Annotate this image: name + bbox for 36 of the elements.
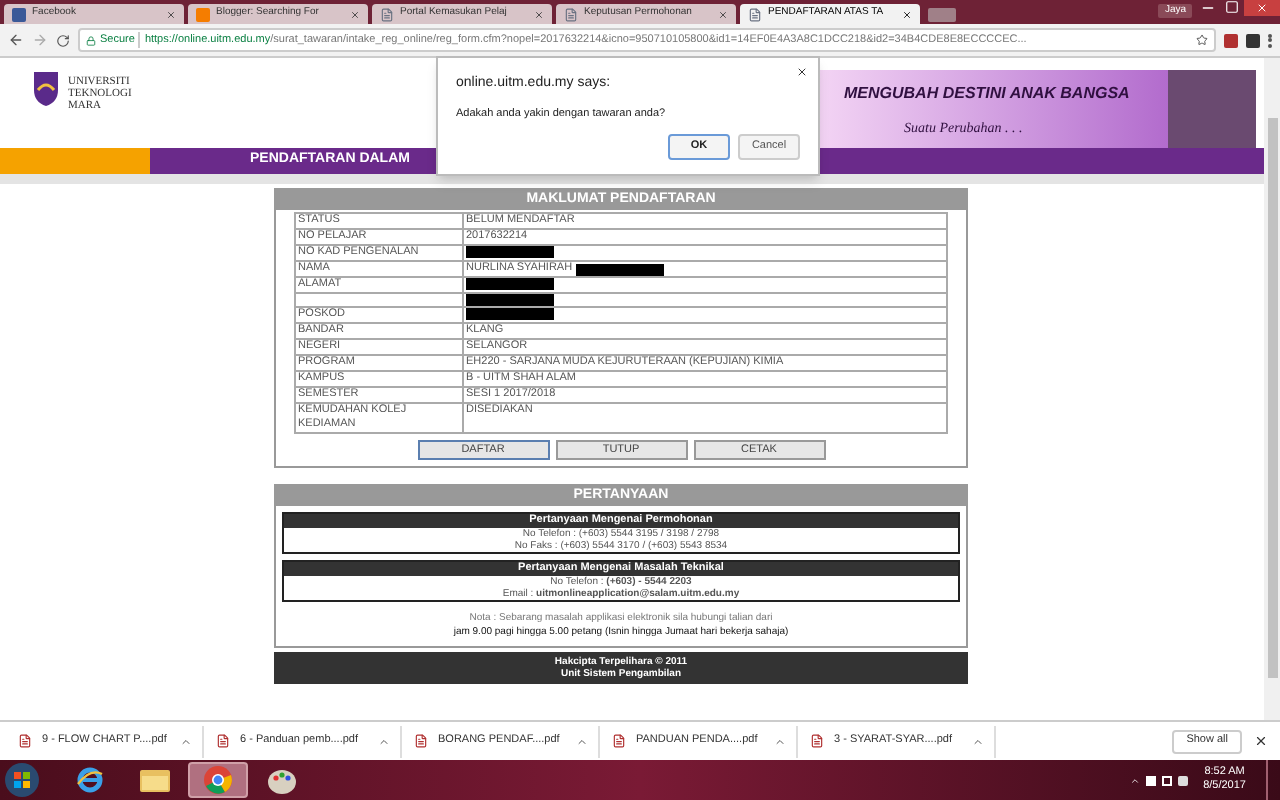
page-icon: [564, 7, 578, 21]
start-button[interactable]: [4, 762, 40, 798]
facebook-icon: [12, 7, 26, 21]
scrollbar[interactable]: [1264, 58, 1280, 720]
university-crest-icon: [32, 70, 60, 106]
flag-icon[interactable]: [1145, 775, 1156, 785]
speaker-icon[interactable]: [1177, 775, 1188, 785]
pdf-file-icon: [612, 734, 626, 748]
pdf-extension-icon[interactable]: [1224, 33, 1238, 47]
close-icon: [1256, 2, 1268, 14]
network-icon[interactable]: [1161, 775, 1172, 785]
reload-icon[interactable]: [56, 33, 70, 47]
blogger-icon: [196, 7, 210, 21]
pdf-file-icon: [414, 734, 428, 748]
pdf-file-icon: [810, 734, 824, 748]
palette-icon: [268, 767, 296, 793]
lock-icon: [86, 35, 96, 45]
pdf-file-icon: [18, 734, 32, 748]
redaction-block: [466, 278, 554, 290]
back-icon[interactable]: [8, 32, 24, 48]
redaction-block: [576, 263, 665, 275]
browser-e-icon: [76, 766, 104, 794]
chevron-up-icon[interactable]: [1129, 775, 1140, 785]
close-icon[interactable]: [796, 66, 808, 78]
page-icon: [380, 7, 394, 21]
banner-headline: MENGUBAH DESTINI ANAK BANGSA: [844, 82, 1130, 106]
extension-icon[interactable]: [1246, 33, 1260, 47]
close-icon[interactable]: [1254, 734, 1268, 748]
bookmark-star-icon[interactable]: [1196, 34, 1208, 46]
redaction-block: [466, 246, 554, 258]
page-icon: [748, 7, 762, 21]
chrome-icon: [204, 766, 232, 794]
folder-icon: [139, 768, 169, 792]
photo-placeholder: [1168, 70, 1256, 148]
maximize-icon[interactable]: [1220, 0, 1244, 14]
pdf-file-icon: [216, 734, 230, 748]
